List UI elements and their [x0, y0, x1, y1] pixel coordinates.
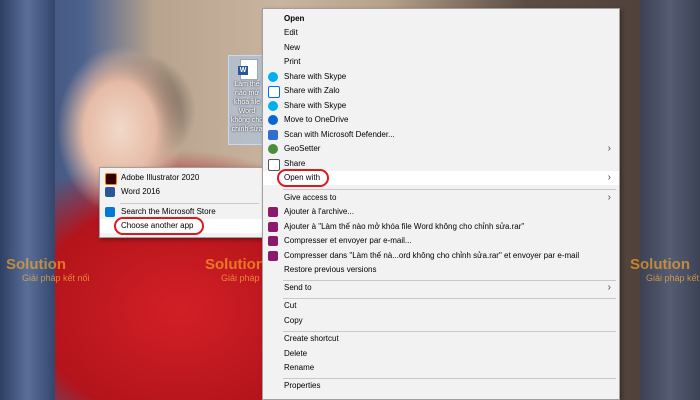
menu-item-properties[interactable]: Properties [263, 379, 619, 393]
winrar-icon [268, 207, 278, 217]
menu-item-print[interactable]: Print [263, 55, 619, 69]
menu-item-word[interactable]: Word 2016 [100, 185, 262, 199]
winrar-icon [268, 222, 278, 232]
menu-item-open-with[interactable]: Open with › [263, 171, 619, 185]
desktop-file-icon[interactable]: W Làm thế nào mở khoá file Word không ch… [228, 55, 266, 145]
chevron-right-icon: › [607, 282, 611, 293]
menu-item-onedrive[interactable]: Move to OneDrive [263, 113, 619, 127]
geosetter-icon [268, 144, 278, 154]
chevron-right-icon: › [607, 143, 611, 154]
illustrator-icon [105, 173, 117, 185]
menu-item-share-skype[interactable]: Share with Skype [263, 70, 619, 84]
menu-separator [120, 203, 259, 204]
skype-icon [268, 101, 278, 111]
context-menu: Open Edit New Print Share with Skype Sha… [262, 8, 620, 400]
menu-item-send-to[interactable]: Send to › [263, 281, 619, 295]
menu-item-new[interactable]: New [263, 41, 619, 55]
zalo-icon [268, 86, 280, 98]
menu-item-store[interactable]: Search the Microsoft Store [100, 205, 262, 219]
wallpaper-curtain-left [0, 0, 55, 400]
defender-shield-icon [268, 130, 278, 140]
menu-item-compress-rar-email[interactable]: Compresser dans "Làm thế nà...ord không … [263, 249, 619, 263]
menu-item-cut[interactable]: Cut [263, 299, 619, 313]
menu-item-give-access[interactable]: Give access to › [263, 191, 619, 205]
menu-separator [283, 189, 616, 190]
menu-item-share[interactable]: Share [263, 157, 619, 171]
menu-item-add-rar[interactable]: Ajouter à "Làm thế nào mở khóa file Word… [263, 220, 619, 234]
chevron-right-icon: › [607, 192, 611, 203]
menu-item-copy[interactable]: Copy [263, 314, 619, 328]
watermark: SolutionGiải pháp kết nối [6, 256, 90, 283]
word-document-icon: W [238, 59, 258, 80]
watermark: SolutionGiải pháp kết nối [630, 256, 700, 283]
word-icon [105, 187, 115, 197]
chevron-right-icon: › [607, 172, 611, 183]
store-icon [105, 207, 115, 217]
menu-item-defender[interactable]: Scan with Microsoft Defender... [263, 128, 619, 142]
menu-item-restore-versions[interactable]: Restore previous versions [263, 263, 619, 277]
menu-item-share-zalo[interactable]: Share with Zalo [263, 84, 619, 98]
menu-item-add-archive[interactable]: Ajouter à l'archive... [263, 205, 619, 219]
menu-item-create-shortcut[interactable]: Create shortcut [263, 332, 619, 346]
menu-item-edit[interactable]: Edit [263, 26, 619, 40]
menu-item-geosetter[interactable]: GeoSetter › [263, 142, 619, 156]
menu-item-delete[interactable]: Delete [263, 347, 619, 361]
wallpaper-curtain-right [640, 0, 700, 400]
open-with-submenu: Adobe Illustrator 2020 Word 2016 Search … [99, 167, 263, 238]
skype-icon [268, 72, 278, 82]
winrar-icon [268, 236, 278, 246]
onedrive-icon [268, 115, 278, 125]
share-icon [268, 159, 280, 171]
menu-item-share-skype-2[interactable]: Share with Skype [263, 99, 619, 113]
desktop-file-label: Làm thế nào mở khoá file Word không cho … [230, 81, 264, 133]
menu-item-open[interactable]: Open [263, 12, 619, 26]
menu-item-choose-another-app[interactable]: Choose another app [100, 219, 262, 233]
menu-item-rename[interactable]: Rename [263, 361, 619, 375]
winrar-icon [268, 251, 278, 261]
menu-item-illustrator[interactable]: Adobe Illustrator 2020 [100, 171, 262, 185]
menu-item-compress-email[interactable]: Compresser et envoyer par e-mail... [263, 234, 619, 248]
